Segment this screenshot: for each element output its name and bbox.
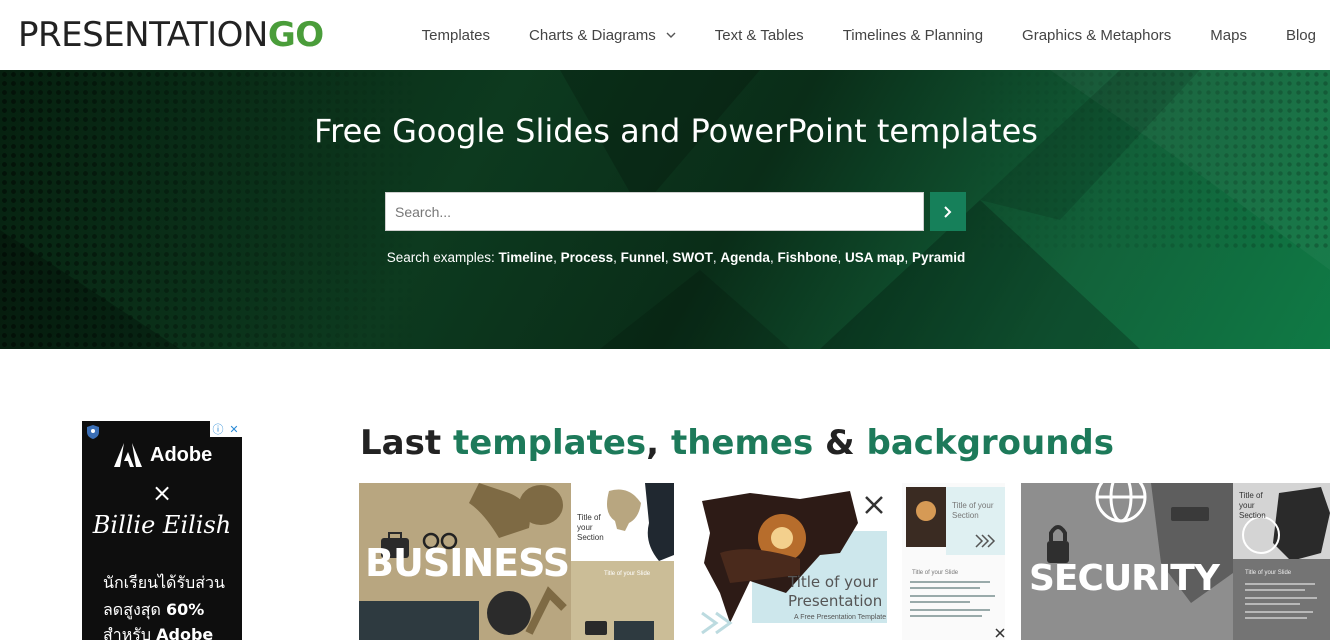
example-link-funnel[interactable]: Funnel xyxy=(621,250,665,265)
ad-brand: Adobe xyxy=(114,443,212,467)
nav-text-tables[interactable]: Text & Tables xyxy=(715,27,804,44)
nav-blog[interactable]: Blog xyxy=(1286,27,1316,44)
site-header: PRESENTATIONGO Templates Charts & Diagra… xyxy=(0,0,1330,70)
template-card-security[interactable]: SECURITY Title of your Section Title of … xyxy=(1021,483,1330,640)
search-input[interactable] xyxy=(385,192,924,231)
hero-title: Free Google Slides and PowerPoint templa… xyxy=(314,112,1038,150)
ad-brand-name: Adobe xyxy=(150,443,213,466)
nav-templates[interactable]: Templates xyxy=(422,27,490,44)
ad-text-line-3-prefix: สำหรับ xyxy=(103,625,152,640)
ad-controls: ⓘ ✕ xyxy=(210,421,242,437)
nav-text-tables-label: Text & Tables xyxy=(714,26,804,44)
nav-charts-diagrams-label: Charts & Diagrams xyxy=(529,26,656,44)
presentation-card-title-line-1: Title of your xyxy=(788,573,878,591)
example-link-swot[interactable]: SWOT xyxy=(672,250,713,265)
section-link-themes[interactable]: themes xyxy=(671,423,813,463)
adobe-logo-icon xyxy=(114,443,142,467)
presentation-card-subtitle: A Free Presentation Template xyxy=(794,614,887,621)
site-logo[interactable]: PRESENTATIONGO xyxy=(18,14,324,56)
presentation-card-section-title: Title of your Section xyxy=(952,501,994,520)
logo-main-text: PRESENTATION xyxy=(18,15,268,55)
section-link-templates[interactable]: templates xyxy=(453,423,646,463)
nav-graphics-metaphors-label: Graphics & Metaphors xyxy=(1022,26,1172,44)
main-nav: Templates Charts & Diagrams Text & Table… xyxy=(383,0,1330,70)
business-card-big-text: BUSINESS xyxy=(365,541,570,585)
example-link-timeline[interactable]: Timeline xyxy=(499,250,554,265)
business-card-slide-title: Title of your Slide xyxy=(604,571,651,577)
security-card-big-text: SECURITY xyxy=(1029,558,1220,599)
ad-text-line-3: สำหรับ Adobe xyxy=(103,623,213,640)
section-title-sep-1: , xyxy=(646,423,671,463)
presentation-card-title-line-2: Presentation xyxy=(788,592,883,610)
logo-accent-text: GO xyxy=(267,15,324,55)
section-title: Last templates, themes & backgrounds xyxy=(360,423,1114,463)
ad-text-line-2-prefix: ลดสูงสุด xyxy=(103,600,161,619)
ad-text-line-2: ลดสูงสุด 60% xyxy=(103,598,204,623)
example-link-usa-map[interactable]: USA map xyxy=(845,250,905,265)
ad-times-symbol: × xyxy=(151,479,173,507)
section-link-backgrounds[interactable]: backgrounds xyxy=(867,423,1115,463)
template-card-business[interactable]: BUSINESS Title of your Section Title of … xyxy=(359,483,674,640)
chevron-right-icon xyxy=(944,205,952,218)
ad-info-icon[interactable]: ⓘ xyxy=(210,421,226,437)
nav-templates-label: Templates xyxy=(421,26,491,44)
example-link-pyramid[interactable]: Pyramid xyxy=(912,250,965,265)
hero-banner: Free Google Slides and PowerPoint templa… xyxy=(0,70,1330,349)
example-link-fishbone[interactable]: Fishbone xyxy=(777,250,837,265)
chevron-down-icon xyxy=(666,32,676,38)
nav-graphics-metaphors[interactable]: Graphics & Metaphors xyxy=(1022,27,1171,44)
section-title-sep-2: & xyxy=(813,423,867,463)
section-title-prefix: Last xyxy=(360,423,453,463)
nav-timelines-planning[interactable]: Timelines & Planning xyxy=(843,27,983,44)
template-card-presentation[interactable]: Title of your Presentation A Free Presen… xyxy=(690,483,1005,640)
business-card-section-title: Title of your Section xyxy=(577,513,604,542)
example-link-agenda[interactable]: Agenda xyxy=(720,250,770,265)
example-link-process[interactable]: Process xyxy=(561,250,614,265)
ad-discount: 60% xyxy=(166,600,205,619)
advertisement[interactable]: ⓘ ✕ Adobe × Billie Eilish นักเรียนได้รับ… xyxy=(82,421,242,640)
nav-maps[interactable]: Maps xyxy=(1210,27,1247,44)
ad-shield-icon xyxy=(87,425,99,439)
nav-maps-label: Maps xyxy=(1210,26,1247,44)
search-button[interactable] xyxy=(930,192,966,231)
search-examples-label: Search examples: xyxy=(386,250,495,265)
ad-artist-name: Billie Eilish xyxy=(92,511,232,539)
security-card-slide-title: Title of your Slide xyxy=(1245,570,1292,576)
hero-dot-pattern-right xyxy=(970,70,1330,250)
ad-text-line-1: นักเรียนได้รับส่วน xyxy=(103,573,225,592)
ad-text-line-3-bold: Adobe xyxy=(156,625,214,640)
search-examples: Search examples: Timeline, Process, Funn… xyxy=(386,250,966,265)
nav-timelines-planning-label: Timelines & Planning xyxy=(842,26,984,44)
ad-close-icon[interactable]: ✕ xyxy=(226,421,242,437)
nav-charts-diagrams[interactable]: Charts & Diagrams xyxy=(529,27,676,44)
nav-blog-label: Blog xyxy=(1285,26,1316,44)
security-card-section-title: Title of your Section xyxy=(1239,491,1266,520)
presentation-card-slide-title: Title of your Slide xyxy=(912,570,959,576)
